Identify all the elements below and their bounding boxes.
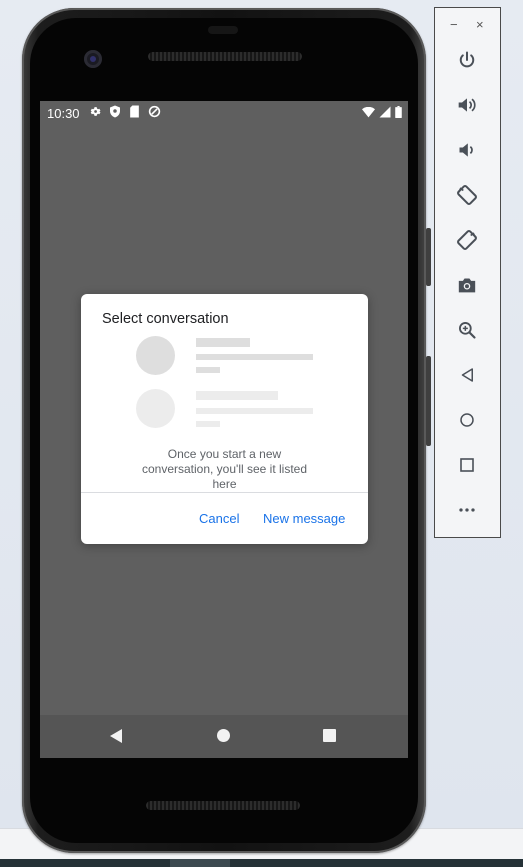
notification-icons bbox=[88, 105, 161, 118]
nav-recents-icon[interactable] bbox=[323, 729, 336, 742]
power-icon[interactable] bbox=[455, 48, 479, 72]
dialog-title: Select conversation bbox=[102, 311, 229, 327]
home-icon[interactable] bbox=[455, 408, 479, 432]
taskbar-item[interactable] bbox=[170, 859, 230, 867]
placeholder-line bbox=[196, 367, 220, 373]
more-options-icon[interactable] bbox=[455, 498, 479, 522]
placeholder-avatar bbox=[136, 389, 175, 428]
bottom-speaker-grille bbox=[146, 801, 300, 810]
placeholder-avatar bbox=[136, 336, 175, 375]
placeholder-line bbox=[196, 421, 220, 427]
placeholder-line bbox=[196, 391, 278, 400]
data-saver-icon bbox=[148, 105, 161, 118]
volume-down-icon[interactable] bbox=[455, 138, 479, 162]
back-icon[interactable] bbox=[455, 363, 479, 387]
placeholder-line bbox=[196, 338, 250, 347]
phone-screen: 10:30 Select conversation Once you start… bbox=[40, 101, 408, 758]
placeholder-line bbox=[196, 408, 313, 414]
zoom-icon[interactable] bbox=[455, 318, 479, 342]
settings-icon bbox=[90, 107, 101, 116]
minimize-button[interactable]: − bbox=[450, 17, 458, 32]
taskbar bbox=[0, 859, 523, 867]
emulator-toolbar: − × bbox=[434, 7, 501, 538]
screenshot-camera-icon[interactable] bbox=[455, 273, 479, 297]
nav-home-icon[interactable] bbox=[217, 729, 230, 742]
placeholder-line bbox=[196, 354, 313, 360]
navigation-bar bbox=[40, 715, 408, 758]
dialog-divider bbox=[81, 492, 368, 493]
close-button[interactable]: × bbox=[476, 17, 484, 32]
cancel-button[interactable]: Cancel bbox=[199, 511, 239, 526]
overview-icon[interactable] bbox=[455, 453, 479, 477]
wifi-icon bbox=[362, 106, 375, 117]
rotate-right-icon[interactable] bbox=[455, 228, 479, 252]
signal-icon bbox=[379, 106, 391, 118]
new-message-button[interactable]: New message bbox=[263, 511, 345, 526]
nav-back-icon[interactable] bbox=[109, 728, 123, 744]
volume-side-button[interactable] bbox=[426, 356, 431, 446]
status-bar: 10:30 bbox=[40, 101, 408, 125]
battery-icon bbox=[395, 106, 402, 118]
sd-card-icon bbox=[130, 105, 139, 118]
status-time: 10:30 bbox=[47, 106, 80, 121]
power-side-button[interactable] bbox=[426, 228, 431, 286]
top-speaker-grille bbox=[148, 52, 302, 61]
rotate-left-icon[interactable] bbox=[455, 183, 479, 207]
system-status-icons bbox=[362, 106, 402, 118]
shield-icon bbox=[110, 105, 120, 118]
proximity-sensor bbox=[208, 26, 238, 34]
select-conversation-dialog: Select conversation Once you start a new… bbox=[81, 294, 368, 544]
empty-state-message: Once you start a new conversation, you'l… bbox=[141, 447, 308, 491]
front-camera bbox=[84, 50, 102, 68]
volume-up-icon[interactable] bbox=[455, 93, 479, 117]
